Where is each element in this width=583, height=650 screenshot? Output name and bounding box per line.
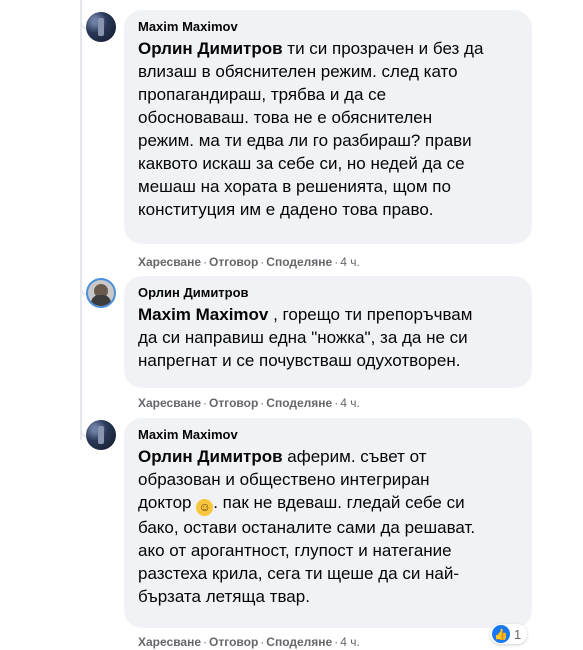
smile-emoji-icon: ☺ xyxy=(196,499,214,516)
avatar[interactable] xyxy=(86,420,116,450)
like-link[interactable]: Харесване xyxy=(138,255,201,269)
reply-link[interactable]: Отговор xyxy=(209,635,258,649)
share-link[interactable]: Споделяне xyxy=(266,635,332,649)
reply-link[interactable]: Отговор xyxy=(209,255,258,269)
thread-line xyxy=(80,0,82,440)
avatar[interactable] xyxy=(86,278,116,308)
like-link[interactable]: Харесване xyxy=(138,635,201,649)
separator: · xyxy=(203,635,208,649)
avatar-body xyxy=(91,295,111,306)
like-link[interactable]: Харесване xyxy=(138,396,201,410)
comment-actions: Харесване · Отговор · Споделяне · 4 ч. xyxy=(138,395,360,411)
timestamp[interactable]: 4 ч. xyxy=(340,255,360,269)
comment-bubble: Maxim Maximov Орлин Димитров ти си прозр… xyxy=(124,10,532,244)
separator: · xyxy=(203,396,208,410)
comment-bubble: Орлин Димитров Maxim Maximov , горещо ти… xyxy=(124,276,532,388)
comment-body: ти си прозрачен и без да влизаш в обясни… xyxy=(138,39,484,219)
comment-actions: Харесване · Отговор · Споделяне · 4 ч. xyxy=(138,634,360,650)
mention-link[interactable]: Орлин Димитров xyxy=(138,447,283,466)
comment-text: Орлин Димитров ти си прозрачен и без да … xyxy=(138,37,520,221)
reaction-count: 1 xyxy=(514,626,522,642)
comment-author[interactable]: Maxim Maximov xyxy=(138,426,520,443)
reaction-summary[interactable]: 👍 1 xyxy=(490,624,528,644)
mention-link[interactable]: Maxim Maximov xyxy=(138,305,268,324)
thumbs-up-icon: 👍 xyxy=(492,625,510,643)
avatar[interactable] xyxy=(86,12,116,42)
comment-author[interactable]: Maxim Maximov xyxy=(138,18,520,35)
mention-link[interactable]: Орлин Димитров xyxy=(138,39,283,58)
comment-bubble: Maxim Maximov Орлин Димитров аферим. съв… xyxy=(124,418,532,628)
reply-link[interactable]: Отговор xyxy=(209,396,258,410)
separator: · xyxy=(203,255,208,269)
share-link[interactable]: Споделяне xyxy=(266,255,332,269)
comment-text: Орлин Димитров аферим. съвет от образова… xyxy=(138,445,520,608)
timestamp[interactable]: 4 ч. xyxy=(340,396,360,410)
comment-author[interactable]: Орлин Димитров xyxy=(138,284,520,301)
timestamp[interactable]: 4 ч. xyxy=(340,635,360,649)
comment-text: Maxim Maximov , горещо ти препоръчвам да… xyxy=(138,303,520,372)
comment-actions: Харесване · Отговор · Споделяне · 4 ч. xyxy=(138,254,360,270)
share-link[interactable]: Споделяне xyxy=(266,396,332,410)
